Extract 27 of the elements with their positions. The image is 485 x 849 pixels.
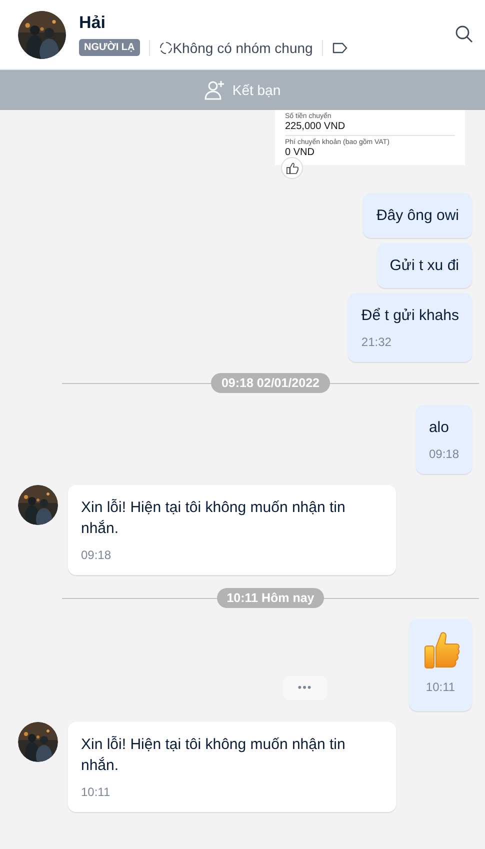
sent-message: alo 09:18 [416, 405, 472, 474]
contact-name: Hải [79, 13, 106, 33]
sent-message: Đây ông owi [363, 193, 472, 238]
sent-message: Gửi t xu đi [376, 243, 472, 288]
add-friend-button[interactable]: Kết bạn [200, 78, 285, 102]
message-time: 09:18 [81, 547, 112, 563]
thumbs-up-icon [422, 631, 460, 671]
message-time: 10:11 [81, 784, 112, 800]
receipt-value: 0 VND [285, 147, 316, 158]
receipt-value: 225,000 VND [285, 121, 346, 132]
message-time: 10:11 [426, 679, 456, 695]
like-reaction[interactable] [281, 157, 303, 179]
group-icon [158, 40, 173, 54]
add-user-icon [204, 80, 226, 100]
stranger-badge: NGƯỜI LẠ [79, 39, 140, 56]
more-button[interactable]: ••• [283, 676, 327, 700]
tag-icon[interactable] [332, 42, 348, 54]
search-icon[interactable] [455, 25, 473, 43]
thumbs-up-icon [286, 162, 298, 174]
received-message: Xin lỗi! Hiện tại tôi không muốn nhận tin nhắn. 10:11 [68, 722, 396, 812]
sent-message: Để t gửi khahs 21:32 [348, 293, 472, 362]
received-message: Xin lỗi! Hiện tại tôi không muốn nhận tin nhắn. 09:18 [68, 485, 396, 575]
message-time: 09:18 [428, 446, 459, 462]
date-divider: 10:11 Hôm nay [216, 588, 324, 608]
group-info: Không có nhóm chung [172, 40, 313, 56]
date-divider: 09:18 02/01/2022 [211, 373, 330, 393]
message-time: 21:32 [361, 334, 392, 350]
